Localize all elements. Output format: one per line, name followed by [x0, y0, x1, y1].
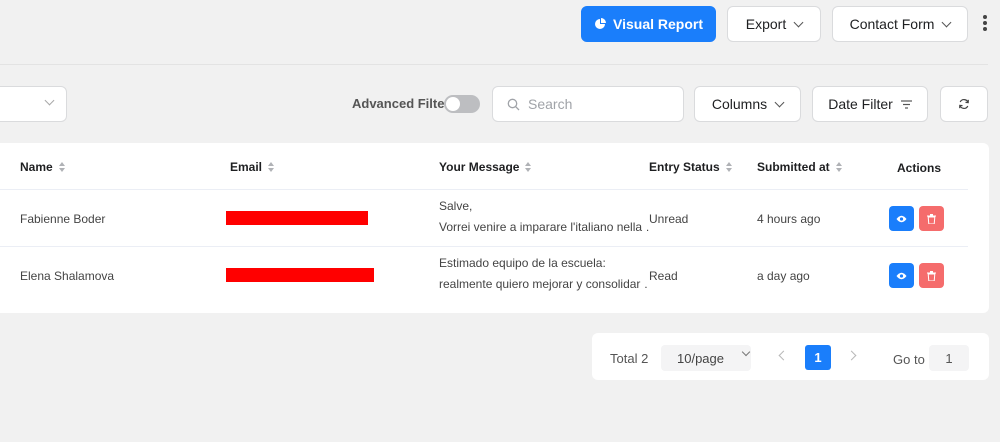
chevron-down-icon [941, 17, 952, 27]
header-divider [0, 64, 988, 65]
visual-report-button[interactable]: Visual Report [581, 6, 716, 42]
page-size-select[interactable]: 10/page [661, 345, 751, 371]
filter-select[interactable] [0, 86, 67, 122]
date-filter-button[interactable]: Date Filter [812, 86, 928, 122]
email-redaction [226, 211, 368, 225]
cell-name: Elena Shalamova [20, 269, 115, 283]
column-header-actions: Actions [897, 161, 942, 175]
advanced-filter-toggle[interactable] [444, 95, 480, 113]
column-header-submitted[interactable]: Submitted at [757, 160, 842, 174]
cell-name: Fabienne Boder [20, 212, 106, 226]
pagination-total: Total 2 [610, 351, 649, 366]
page-number-current[interactable]: 1 [805, 345, 831, 370]
cell-submitted: a day ago [757, 269, 810, 283]
cell-message: Salve, Vorrei venire a imparare l'italia… [439, 199, 649, 234]
visual-report-label: Visual Report [613, 16, 703, 32]
view-entry-button[interactable] [889, 206, 914, 231]
columns-button[interactable]: Columns [694, 86, 801, 122]
chevron-down-icon [774, 97, 785, 107]
chevron-down-icon [793, 17, 804, 27]
refresh-icon [959, 98, 969, 110]
sort-icon[interactable] [725, 162, 732, 172]
delete-entry-button[interactable] [919, 263, 944, 288]
page-size-label: 10/page [677, 350, 724, 366]
search-box[interactable] [492, 86, 684, 122]
export-button[interactable]: Export [727, 6, 821, 42]
eye-icon [896, 272, 907, 279]
column-header-name[interactable]: Name [20, 160, 65, 174]
form-select-label: Contact Form [849, 16, 935, 32]
advanced-filter-label: Advanced Filter [352, 96, 450, 111]
row-divider [0, 246, 968, 247]
pie-chart-icon [595, 18, 606, 29]
search-icon [507, 98, 520, 110]
eye-icon [896, 215, 907, 222]
view-entry-button[interactable] [889, 263, 914, 288]
export-label: Export [745, 16, 787, 32]
cell-status: Read [649, 269, 678, 283]
cell-status: Unread [649, 212, 689, 226]
sort-icon[interactable] [525, 162, 532, 172]
more-options-icon[interactable] [978, 12, 992, 34]
search-input[interactable] [528, 96, 668, 112]
toggle-knob [446, 97, 460, 111]
date-filter-label: Date Filter [828, 96, 893, 112]
cell-submitted: 4 hours ago [757, 212, 821, 226]
trash-icon [927, 213, 936, 224]
refresh-button[interactable] [940, 86, 988, 122]
sort-icon[interactable] [58, 162, 65, 172]
cell-message: Estimado equipo de la escuela: realmente… [439, 256, 649, 291]
delete-entry-button[interactable] [919, 206, 944, 231]
chevron-down-icon [44, 95, 55, 106]
column-header-email[interactable]: Email [230, 160, 275, 174]
columns-label: Columns [711, 96, 768, 112]
form-select-dropdown[interactable]: Contact Form [832, 6, 968, 42]
column-header-status[interactable]: Entry Status [649, 160, 732, 174]
sort-icon[interactable] [835, 162, 842, 172]
goto-page-input[interactable]: 1 [929, 345, 969, 371]
email-redaction [226, 268, 374, 282]
trash-icon [927, 270, 936, 281]
sort-icon[interactable] [268, 162, 275, 172]
chevron-down-icon [741, 347, 751, 357]
filter-lines-icon [900, 99, 912, 109]
column-header-message[interactable]: Your Message [439, 160, 532, 174]
row-divider [0, 189, 968, 190]
goto-label: Go to [893, 352, 925, 367]
